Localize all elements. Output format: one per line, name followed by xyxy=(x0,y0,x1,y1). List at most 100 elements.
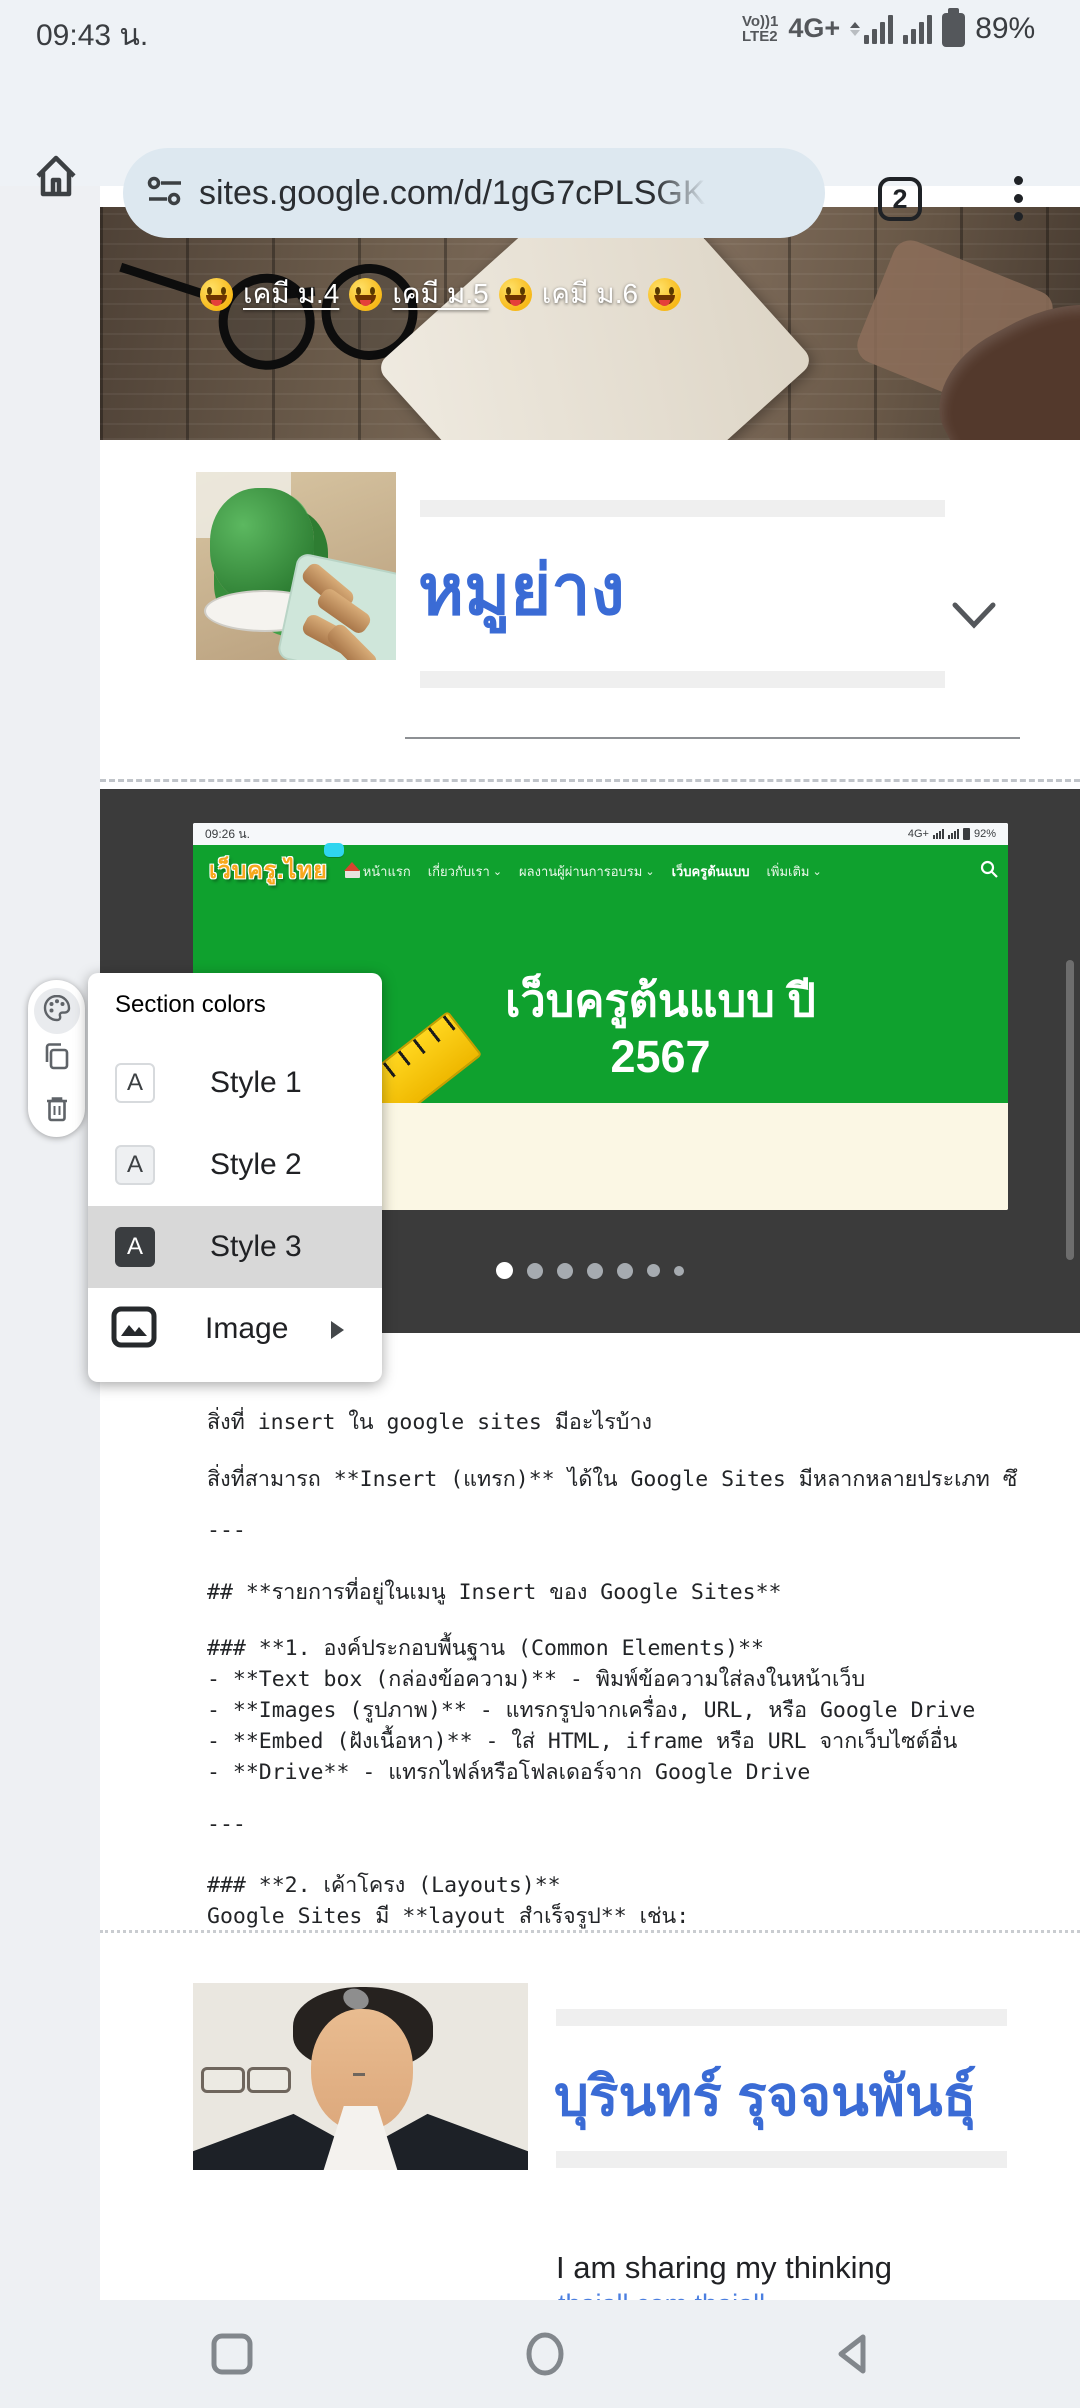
menu-item-style-3-selected[interactable]: A Style 3 xyxy=(88,1206,382,1288)
profile-name-title[interactable]: บุรินทร์ รุจจนพันธุ์ xyxy=(554,2042,1014,2150)
menu-item-style-1[interactable]: A Style 1 xyxy=(88,1042,382,1124)
status-icons: Vo))1LTE2 4G+ 89% xyxy=(742,10,1035,47)
clock: 09:43 น. xyxy=(36,12,148,59)
text-line-9: - **Drive** - แทรกไฟล์หรือโฟลเดอร์จาก Go… xyxy=(207,1755,810,1789)
smiley-emoji-icon xyxy=(648,278,681,311)
label-chem-m6: เคมี ม.6 xyxy=(542,272,638,316)
carousel-dot-6[interactable] xyxy=(647,1264,660,1277)
embed-status-icons: 4G+ 92% xyxy=(908,828,996,840)
decor-bar xyxy=(420,500,945,517)
scrollbar-thumb[interactable] xyxy=(1066,960,1074,1260)
data-activity-icon xyxy=(850,22,860,36)
section-colors-menu: Section colors A Style 1 A Style 2 A Sty… xyxy=(88,973,382,1382)
text-block[interactable]: สิ่งที่ insert ใน google sites มีอะไรบ้า… xyxy=(207,1390,1080,1930)
embed-search-icon xyxy=(980,860,998,883)
embed-clock: 09:26 น. xyxy=(205,825,250,844)
section-boundary-dotted xyxy=(100,1930,1080,1933)
tab-switcher-button[interactable]: 2 xyxy=(878,177,922,221)
carousel-dot-4[interactable] xyxy=(587,1263,603,1279)
carousel-dot-2[interactable] xyxy=(527,1263,543,1279)
embed-logo: เว็บครู.ไทย xyxy=(209,853,328,889)
back-button[interactable] xyxy=(812,2300,892,2408)
menu-title: Section colors xyxy=(115,991,266,1019)
battery-icon xyxy=(942,13,965,47)
embed-navbar: เว็บครู.ไทย หน้าแรก เกี่ยวกับเรา⌄ ผลงานผ… xyxy=(209,853,998,889)
decor-bar xyxy=(556,2151,1007,2168)
recents-button[interactable] xyxy=(192,2300,272,2408)
android-nav-bar xyxy=(0,2300,1080,2408)
menu-item-style-2[interactable]: A Style 2 xyxy=(88,1124,382,1206)
home-circle-icon xyxy=(522,2329,568,2379)
house-icon xyxy=(345,864,360,878)
section-colors-button[interactable] xyxy=(28,984,85,1032)
text-line-6: - **Text box (กล่องข้อความ)** - พิมพ์ข้อ… xyxy=(207,1662,865,1696)
embed-logo-badge xyxy=(324,843,344,857)
embed-status-bar: 09:26 น. 4G+ 92% xyxy=(193,823,1008,845)
embed-battery-icon xyxy=(963,828,970,840)
battery-percent: 89% xyxy=(975,12,1035,46)
url-text[interactable]: sites.google.com/d/1gG7cPLSGK xyxy=(199,174,706,213)
carousel-dot-7[interactable] xyxy=(674,1266,684,1276)
section-divider-line xyxy=(405,737,1020,739)
food-photo[interactable] xyxy=(196,472,396,660)
recents-square-icon xyxy=(209,2331,255,2377)
style-3-swatch: A xyxy=(115,1227,155,1267)
delete-section-button[interactable] xyxy=(28,1085,85,1133)
text-line-12: Google Sites มี **layout สำเร็จรูป** เช่… xyxy=(207,1899,689,1930)
text-line-5: ### **1. องค์ประกอบพื้นฐาน (Common Eleme… xyxy=(207,1631,764,1665)
text-line-3: --- xyxy=(207,1518,246,1543)
profile-caption[interactable]: I am sharing my thinking xyxy=(556,2250,892,2286)
carousel-dot-1[interactable] xyxy=(496,1262,513,1279)
text-line-7: - **Images (รูปภาพ)** - แทรกรูปจากเครื่อ… xyxy=(207,1693,975,1727)
duplicate-icon xyxy=(42,1041,72,1071)
carousel-dot-3[interactable] xyxy=(557,1263,573,1279)
network-type-label: 4G+ xyxy=(788,13,840,44)
decor-bar xyxy=(420,671,945,688)
address-bar[interactable]: sites.google.com/d/1gG7cPLSGK xyxy=(123,148,825,238)
site-header-banner-image[interactable] xyxy=(100,207,1080,440)
text-line-1: สิ่งที่ insert ใน google sites มีอะไรบ้า… xyxy=(207,1405,652,1439)
image-icon xyxy=(111,1306,157,1353)
smiley-emoji-icon xyxy=(499,278,532,311)
chevron-down-icon[interactable] xyxy=(950,598,998,637)
smiley-emoji-icon xyxy=(349,278,382,311)
text-line-2: สิ่งที่สามารถ **Insert (แทรก)** ได้ใน Go… xyxy=(207,1462,1017,1496)
section-toolbar xyxy=(28,980,85,1137)
text-line-11: ### **2. เค้าโครง (Layouts)** xyxy=(207,1868,561,1902)
home-icon[interactable] xyxy=(28,148,84,209)
home-button[interactable] xyxy=(505,2300,585,2408)
header-nav-links: เคมี ม.4 เคมี ม.5 เคมี ม.6 xyxy=(200,272,681,316)
text-line-10: --- xyxy=(207,1812,246,1837)
browser-menu-button[interactable] xyxy=(1012,174,1024,226)
back-triangle-icon xyxy=(832,2331,872,2377)
smiley-emoji-icon xyxy=(200,278,233,311)
status-bar: 09:43 น. Vo))1LTE2 4G+ 89% xyxy=(0,0,1080,60)
text-line-4: ## **รายการที่อยู่ในเมนู Insert ของ Goog… xyxy=(207,1575,782,1609)
decor-bar xyxy=(556,2009,1007,2026)
signal-bars-icon-2 xyxy=(903,14,932,44)
submenu-arrow-icon xyxy=(331,1321,344,1339)
embed-menu-more: เพิ่มเติม⌄ xyxy=(766,861,821,882)
phone-screen: 09:43 น. Vo))1LTE2 4G+ 89% sites.google.… xyxy=(0,0,1080,2408)
embed-menu-works: ผลงานผู้ผ่านการอบรม⌄ xyxy=(519,861,655,882)
duplicate-section-button[interactable] xyxy=(28,1032,85,1080)
embed-menu-current: เว็บครูต้นแบบ xyxy=(672,861,750,882)
page-controls-icon[interactable] xyxy=(147,174,183,213)
trash-icon xyxy=(42,1094,72,1124)
style-2-swatch: A xyxy=(115,1145,155,1185)
section-boundary-dashed xyxy=(100,779,1080,782)
menu-item-image[interactable]: Image xyxy=(88,1288,382,1370)
embed-menu-about: เกี่ยวกับเรา⌄ xyxy=(428,861,502,882)
profile-photo[interactable] xyxy=(193,1983,528,2170)
style-1-swatch: A xyxy=(115,1063,155,1103)
volte-lte-icon: Vo))1LTE2 xyxy=(742,14,778,44)
link-chem-m5[interactable]: เคมี ม.5 xyxy=(392,272,488,316)
embed-menu-home: หน้าแรก xyxy=(345,861,411,882)
section-title[interactable]: หมูย่าง xyxy=(418,530,958,650)
link-chem-m4[interactable]: เคมี ม.4 xyxy=(243,272,339,316)
palette-icon xyxy=(42,993,72,1023)
text-line-8: - **Embed (ฝังเนื้อหา)** - ใส่ HTML, ifr… xyxy=(207,1724,957,1758)
signal-bars-icon-1 xyxy=(864,14,893,44)
carousel-dot-5[interactable] xyxy=(617,1263,633,1279)
page-left-gutter xyxy=(0,186,101,2300)
